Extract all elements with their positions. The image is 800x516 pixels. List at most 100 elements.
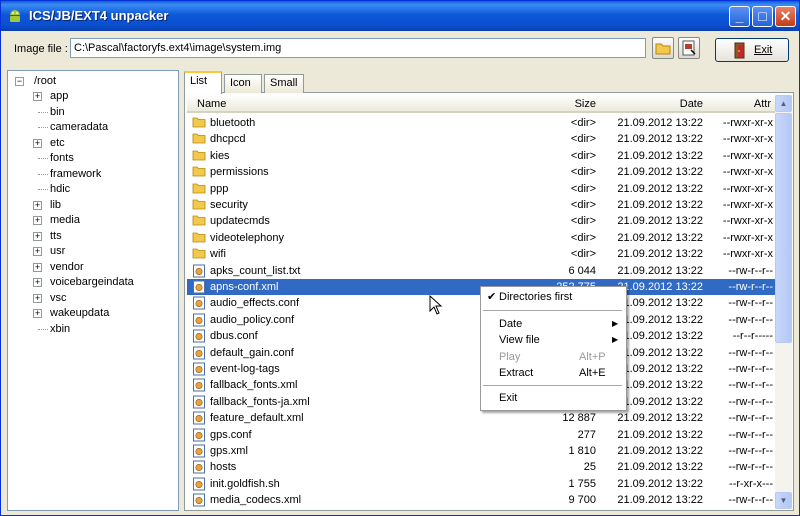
file-row[interactable]: media_codecs.xml 9 700 21.09.2012 13:22 --r… (187, 492, 775, 508)
vertical-scrollbar[interactable]: ▲ ▼ (775, 95, 792, 509)
file-name: feature_default.xml (210, 412, 304, 425)
file-attr: --rwxr-xr-x (722, 231, 773, 244)
minimize-button[interactable]: _ (729, 6, 750, 27)
file-row[interactable]: dhcpcd <dir> 21.09.2012 13:22 --rwxr-xr-x (187, 131, 775, 147)
menu-item-exit[interactable]: Exit (481, 390, 624, 406)
file-row[interactable]: videotelephony <dir> 21.09.2012 13:22 --rwx… (187, 230, 775, 246)
column-header-attr[interactable]: Attr (707, 95, 775, 113)
file-date: 21.09.2012 13:22 (617, 149, 703, 162)
tab-small[interactable]: Small (264, 74, 304, 93)
column-header-name[interactable]: Name (187, 95, 530, 113)
title-bar[interactable]: ICS/JB/EXT4 unpacker _ □ ✕ (1, 1, 799, 31)
tree-item-label: voicebargeindata (50, 276, 134, 288)
file-date: 21.09.2012 13:22 (617, 264, 703, 277)
tab-icon[interactable]: Icon (224, 74, 262, 93)
image-file-label: Image file : (14, 43, 68, 55)
file-icon (192, 493, 206, 509)
exit-button[interactable]: Exit (715, 38, 789, 62)
file-row[interactable]: wifi <dir> 21.09.2012 13:22 --rwxr-xr-x (187, 246, 775, 262)
save-image-button[interactable] (678, 37, 700, 59)
tab-list[interactable]: List (184, 71, 222, 94)
file-name: default_gain.conf (210, 346, 294, 359)
file-size: <dir> (570, 182, 596, 195)
menu-item-view-file[interactable]: View file ▶ (481, 332, 624, 348)
file-row[interactable]: gps.conf 277 21.09.2012 13:22 --rw-r--r-- (187, 427, 775, 443)
file-size: <dir> (570, 215, 596, 228)
menu-separator (483, 385, 622, 386)
menu-shortcut: Alt+P (579, 351, 606, 363)
file-attr: --rw-r--r-- (728, 281, 773, 293)
tree-item-label: cameradata (50, 121, 109, 133)
scroll-thumb[interactable] (775, 113, 792, 343)
file-size: <dir> (570, 231, 596, 244)
file-row[interactable]: security <dir> 21.09.2012 13:22 --rwxr-xr-x (187, 197, 775, 213)
menu-item-date[interactable]: Date ▶ (481, 316, 624, 332)
file-row[interactable]: apks_count_list.txt 6 044 21.09.2012 13:22… (187, 263, 775, 279)
expand-icon[interactable]: + (33, 138, 42, 148)
menu-label: Date (499, 318, 523, 330)
expand-icon[interactable]: + (33, 293, 42, 303)
file-size: 277 (577, 428, 596, 441)
file-row[interactable]: bluetooth <dir> 21.09.2012 13:22 --rwxr-xr-… (187, 115, 775, 131)
file-row[interactable]: kies <dir> 21.09.2012 13:22 --rwxr-xr-x (187, 148, 775, 164)
tree-item-label: vendor (50, 260, 84, 273)
maximize-button[interactable]: □ (752, 6, 773, 27)
image-file-input[interactable]: C:\Pascal\factoryfs.ext4\image\system.im… (70, 38, 646, 58)
file-attr: --rw-r--r-- (728, 313, 773, 326)
menu-item-extract[interactable]: Extract Alt+E (481, 365, 624, 381)
file-row[interactable]: gps.xml 1 810 21.09.2012 13:22 --rw-r--r-- (187, 443, 775, 459)
scroll-up-button[interactable]: ▲ (775, 95, 792, 112)
expand-icon[interactable]: + (33, 200, 42, 210)
file-attr: --rwxr-xr-x (722, 215, 773, 228)
scroll-down-button[interactable]: ▼ (775, 492, 792, 509)
menu-item-directories-first[interactable]: ✔ Directories first (481, 289, 624, 305)
tree-item-label: bin (50, 105, 65, 118)
file-date: 21.09.2012 13:22 (617, 182, 703, 195)
file-attr: --rwxr-xr-x (722, 133, 773, 146)
file-size: <dir> (570, 199, 596, 211)
expand-icon[interactable]: + (33, 92, 42, 101)
expand-icon[interactable]: + (33, 231, 42, 241)
mouse-cursor-icon (429, 295, 443, 315)
column-attr-label: Attr (753, 98, 771, 110)
app-window: ICS/JB/EXT4 unpacker _ □ ✕ Image file : … (0, 0, 800, 516)
menu-item-play[interactable]: Play Alt+P (481, 349, 624, 365)
file-attr: --rw-r--r-- (728, 445, 773, 457)
file-date: 21.09.2012 13:22 (617, 445, 703, 457)
folder-tree[interactable]: − /root + app bin cameradata + etc fonts framew… (7, 70, 179, 511)
file-name: audio_policy.conf (210, 313, 295, 326)
file-size: 1 810 (568, 445, 596, 457)
file-row[interactable]: updatecmds <dir> 21.09.2012 13:22 --rwxr-xr… (187, 213, 775, 229)
open-folder-button[interactable] (652, 37, 674, 59)
menu-label: View file (499, 334, 540, 346)
file-name: event-log-tags (210, 363, 280, 375)
file-size: 6 044 (568, 264, 596, 277)
file-name: gps.conf (210, 428, 252, 441)
file-attr: --rwxr-xr-x (722, 182, 773, 195)
file-size: <dir> (570, 149, 596, 162)
file-name: hosts (210, 461, 237, 474)
save-image-icon (682, 40, 696, 56)
file-row[interactable]: init.goldfish.sh 1 755 21.09.2012 13:22 --r… (187, 476, 775, 492)
file-attr: --rw-r--r-- (728, 428, 773, 441)
expand-icon[interactable]: + (33, 262, 42, 272)
file-date: 21.09.2012 13:22 (617, 117, 703, 129)
file-row[interactable]: hosts 25 21.09.2012 13:22 --rw-r--r-- (187, 459, 775, 475)
file-row[interactable]: ppp <dir> 21.09.2012 13:22 --rwxr-xr-x (187, 181, 775, 197)
expand-icon[interactable]: + (33, 216, 42, 225)
file-row[interactable]: feature_default.xml 12 887 21.09.2012 13:2… (187, 410, 775, 426)
file-row[interactable]: permissions <dir> 21.09.2012 13:22 --rwxr-x… (187, 164, 775, 180)
tree-item-label: media (50, 214, 80, 226)
expand-icon[interactable]: + (33, 247, 42, 256)
file-attr: --rw-r--r-- (728, 412, 773, 425)
file-date: 21.09.2012 13:22 (617, 199, 703, 211)
tab-icon-label: Icon (230, 77, 251, 89)
expand-icon[interactable]: + (33, 309, 42, 318)
file-date: 21.09.2012 13:22 (617, 428, 703, 441)
collapse-icon[interactable]: − (15, 77, 24, 86)
close-button[interactable]: ✕ (775, 6, 796, 27)
file-date: 21.09.2012 13:22 (617, 461, 703, 474)
column-header-size[interactable]: Size (530, 95, 600, 113)
expand-icon[interactable]: + (33, 278, 42, 287)
column-header-date[interactable]: Date (600, 95, 707, 113)
